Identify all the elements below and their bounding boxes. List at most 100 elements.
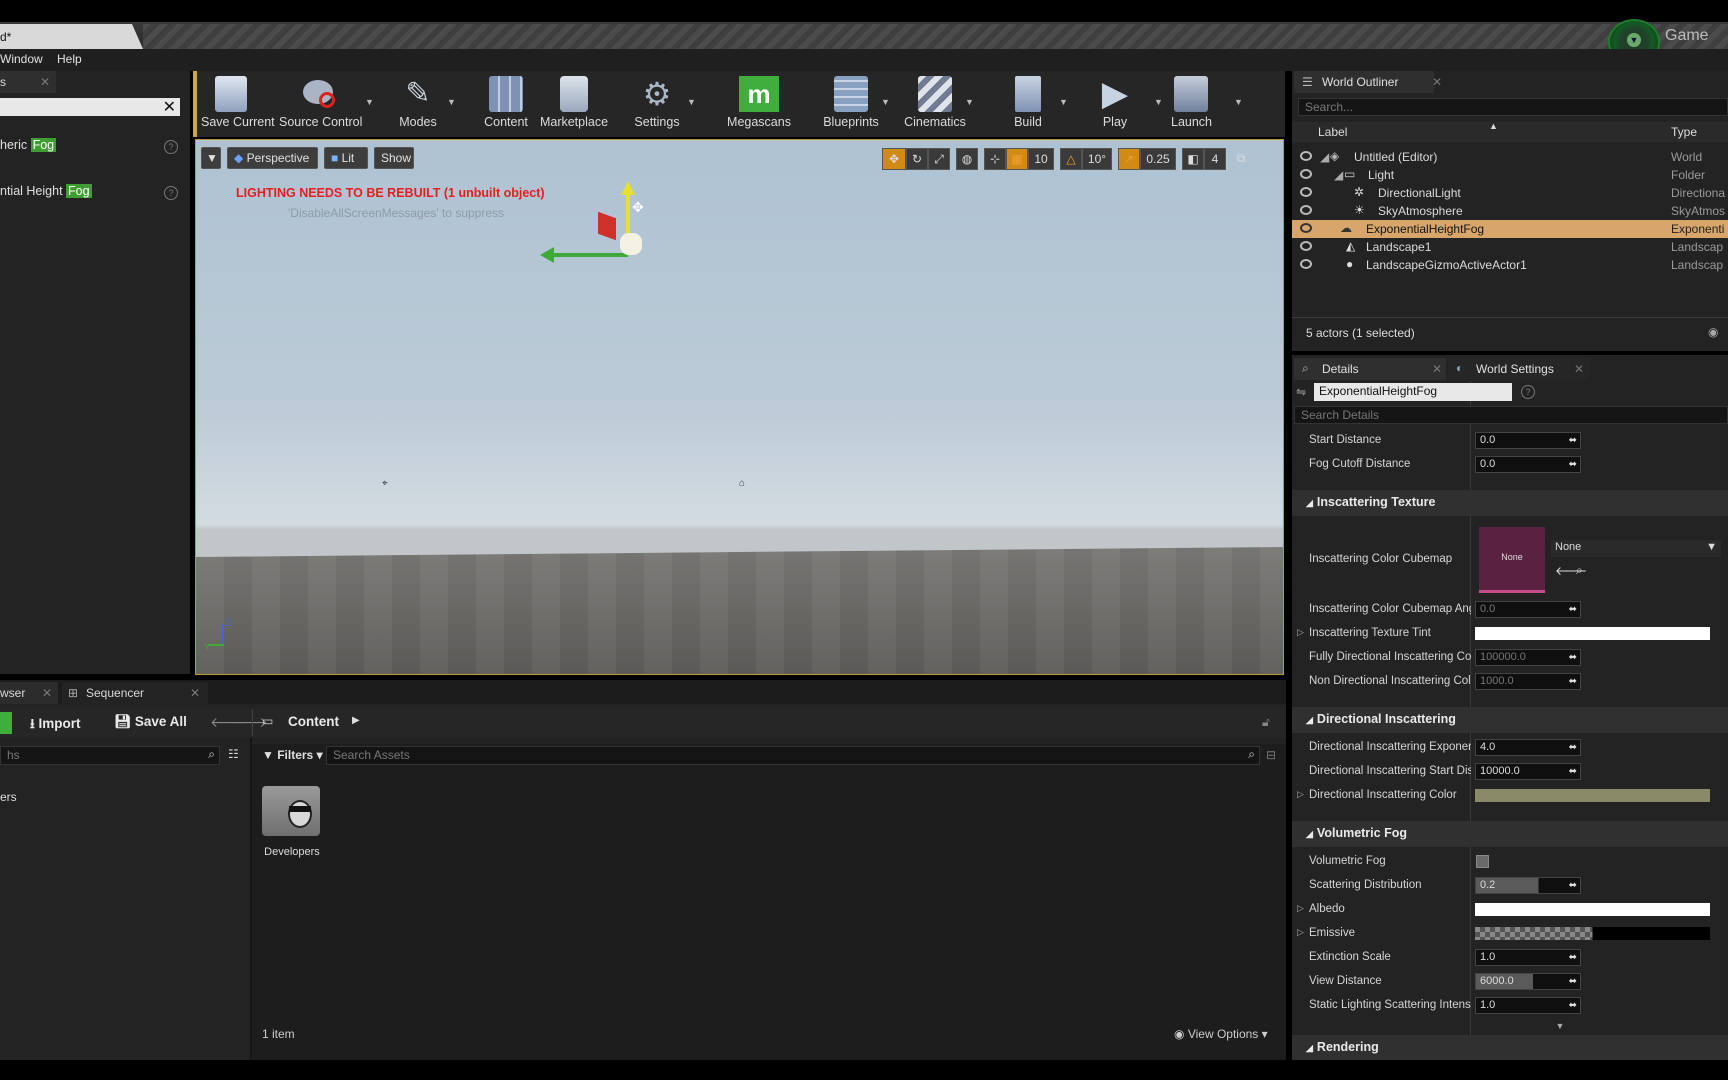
visibility-eye-icon[interactable] (1300, 187, 1312, 197)
category-inscattering-texture[interactable]: ◢ Inscattering Texture (1292, 490, 1728, 516)
list-item-exponential-height-fog[interactable]: ntial Height Fog (0, 184, 92, 198)
document-tab[interactable]: d* (0, 24, 143, 49)
view-options-button[interactable]: ◉ View Options ▾ (1174, 1027, 1268, 1041)
path-chevron-icon[interactable]: ▶ (352, 715, 360, 726)
actor-icon[interactable]: ⌖ (382, 478, 388, 489)
browse-magnifier-icon[interactable]: ⌕ (1576, 563, 1583, 578)
scale-mode-icon[interactable]: ⤢ (928, 148, 950, 170)
world-settings-tab[interactable]: ◐ World Settings ✕ (1448, 358, 1590, 380)
maximize-viewport-icon[interactable]: ⧉ (1232, 148, 1250, 170)
camera-speed-icon[interactable]: ◧ (1182, 148, 1204, 170)
modes-button[interactable]: ✎ Modes (398, 71, 438, 137)
visibility-eye-icon[interactable] (1300, 205, 1312, 215)
outliner-row[interactable]: ◢ ▭ Light Folder (1292, 166, 1728, 184)
save-current-button[interactable]: Save Current (201, 71, 275, 137)
outliner-row[interactable]: ◭ Landscape1 Landscap (1292, 238, 1728, 256)
menu-window[interactable]: Window (0, 52, 43, 66)
list-view-icon[interactable]: ☷ (228, 747, 239, 761)
grid-snap-icon[interactable]: ▦ (1006, 148, 1028, 170)
albedo-swatch[interactable] (1475, 903, 1710, 916)
actor-name-field[interactable]: ExponentialHeightFog (1314, 383, 1512, 401)
outliner-row[interactable]: ✲ DirectionalLight Directiona (1292, 184, 1728, 202)
category-rendering[interactable]: ◢ Rendering (1292, 1035, 1728, 1060)
level-viewport[interactable]: ▼ ◆ Perspective ■ Lit Show ✥ ↻ ⤢ ◍ ⊹ ▦ 1… (195, 139, 1284, 675)
save-search-icon[interactable]: ⊟ (1266, 748, 1276, 762)
settings-button[interactable]: ⚙ Settings (629, 71, 685, 137)
help-icon[interactable]: ? (164, 140, 178, 154)
cinematics-button[interactable]: Cinematics (899, 71, 971, 137)
camera-speed-value[interactable]: 4 (1204, 148, 1226, 170)
rotation-snap-value[interactable]: 10° (1082, 148, 1112, 170)
actor-icon[interactable]: ⌂ (739, 478, 745, 489)
details-search-input[interactable]: Search Details (1294, 406, 1728, 424)
rotate-mode-icon[interactable]: ↻ (906, 148, 928, 170)
volumetric-fog-checkbox[interactable] (1476, 855, 1489, 868)
cubemap-thumbnail[interactable]: None (1479, 527, 1545, 593)
grid-snap-value[interactable]: 10 (1028, 148, 1054, 170)
sequencer-tab[interactable]: ⊞ Sequencer ✕ (62, 682, 208, 704)
cubemap-asset-dropdown[interactable]: None ▼ (1551, 540, 1721, 557)
save-all-button[interactable]: 💾︎ Save All (114, 714, 187, 730)
place-actors-tab[interactable]: s ✕ (0, 71, 56, 93)
content-button[interactable]: Content (483, 71, 529, 137)
asset-search-input[interactable]: Search Assets ⌕ (326, 746, 1260, 765)
visibility-eye-icon[interactable] (1300, 259, 1312, 269)
source-control-button[interactable]: Source Control (279, 71, 362, 137)
megascans-button[interactable]: m Megascans (724, 71, 794, 137)
play-button[interactable]: ▶ Play (1095, 71, 1135, 137)
world-local-icon[interactable]: ◍ (956, 148, 978, 170)
clear-search-icon[interactable]: ✕ (163, 97, 176, 117)
scattering-distribution-slider[interactable]: 0.2 ⬌ (1475, 877, 1581, 894)
rotation-snap-icon[interactable]: △ (1060, 148, 1082, 170)
blueprints-button[interactable]: Blueprints (818, 71, 884, 137)
transform-gizmo[interactable]: ✥ (536, 181, 646, 285)
dir-color-swatch[interactable] (1475, 789, 1710, 802)
viewport-options-dropdown[interactable]: ▼ (201, 147, 221, 169)
translate-mode-icon[interactable]: ✥ (882, 148, 906, 170)
outliner-row[interactable]: ● LandscapeGizmoActiveActor1 Landscap (1292, 256, 1728, 274)
visibility-eye-icon[interactable] (1300, 151, 1312, 161)
non-directional-input[interactable]: 1000.0 ⬌ (1475, 673, 1581, 690)
help-icon[interactable]: ? (164, 186, 178, 200)
add-new-button[interactable] (0, 712, 12, 734)
details-tab[interactable]: ⌕ Details ✕ (1294, 358, 1446, 380)
category-directional-inscattering[interactable]: ◢ Directional Inscattering (1292, 707, 1728, 733)
marketplace-button[interactable]: Marketplace (539, 71, 609, 137)
static-lighting-input[interactable]: 1.0 ⬌ (1475, 997, 1581, 1014)
fully-directional-input[interactable]: 100000.0 ⬌ (1475, 649, 1581, 666)
visibility-eye-icon[interactable] (1300, 169, 1312, 179)
label-column-header[interactable]: Label (1318, 125, 1347, 139)
scale-snap-value[interactable]: 0.25 (1140, 148, 1176, 170)
outliner-row[interactable]: ◢ ◈ Untitled (Editor) World (1292, 148, 1728, 166)
asset-label[interactable]: Developers (264, 846, 320, 858)
content-browser-tab[interactable]: wser ✕ (0, 682, 58, 704)
surface-snap-icon[interactable]: ⊹ (984, 148, 1006, 170)
visibility-eye-icon[interactable] (1300, 241, 1312, 251)
menu-help[interactable]: Help (57, 52, 82, 66)
filters-button[interactable]: ▼ Filters ▾ (262, 748, 323, 762)
world-outliner-tab[interactable]: ☰ World Outliner ✕ (1294, 71, 1442, 93)
advanced-expand-icon[interactable]: ▼ (1292, 1021, 1728, 1031)
show-button[interactable]: Show (374, 147, 414, 169)
launch-button[interactable]: Launch (1171, 71, 1212, 137)
category-volumetric-fog[interactable]: ◢ Volumetric Fog (1292, 821, 1728, 847)
view-distance-slider[interactable]: 6000.0 ⬌ (1475, 973, 1581, 990)
cubemap-angle-input[interactable]: 0.0 ⬌ (1475, 601, 1581, 618)
lock-icon[interactable]: 🔓︎ (1262, 715, 1270, 730)
lit-button[interactable]: ■ Lit (324, 147, 368, 169)
type-column-header[interactable]: Type (1671, 125, 1697, 139)
game-label[interactable]: Game (1610, 24, 1728, 49)
emissive-swatch[interactable] (1475, 927, 1710, 940)
start-distance-input[interactable]: 0.0 ⬌ (1475, 432, 1581, 449)
outliner-row-selected[interactable]: ☁ ExponentialHeightFog Exponenti (1292, 220, 1728, 238)
view-options-eye-icon[interactable]: ◉ (1708, 325, 1718, 339)
outliner-row[interactable]: ☀ SkyAtmosphere SkyAtmos (1292, 202, 1728, 220)
scale-snap-icon[interactable]: ↗ (1118, 148, 1140, 170)
help-icon[interactable]: ? (1521, 385, 1535, 399)
outliner-search-input[interactable]: Search... (1298, 98, 1728, 116)
list-item-atmospheric-fog[interactable]: heric Fog (0, 138, 57, 152)
perspective-button[interactable]: ◆ Perspective (227, 147, 318, 169)
folder-search-input[interactable]: hs ⌕ (0, 746, 220, 765)
build-button[interactable]: Build (1005, 71, 1051, 137)
path-content[interactable]: Content (288, 714, 339, 729)
